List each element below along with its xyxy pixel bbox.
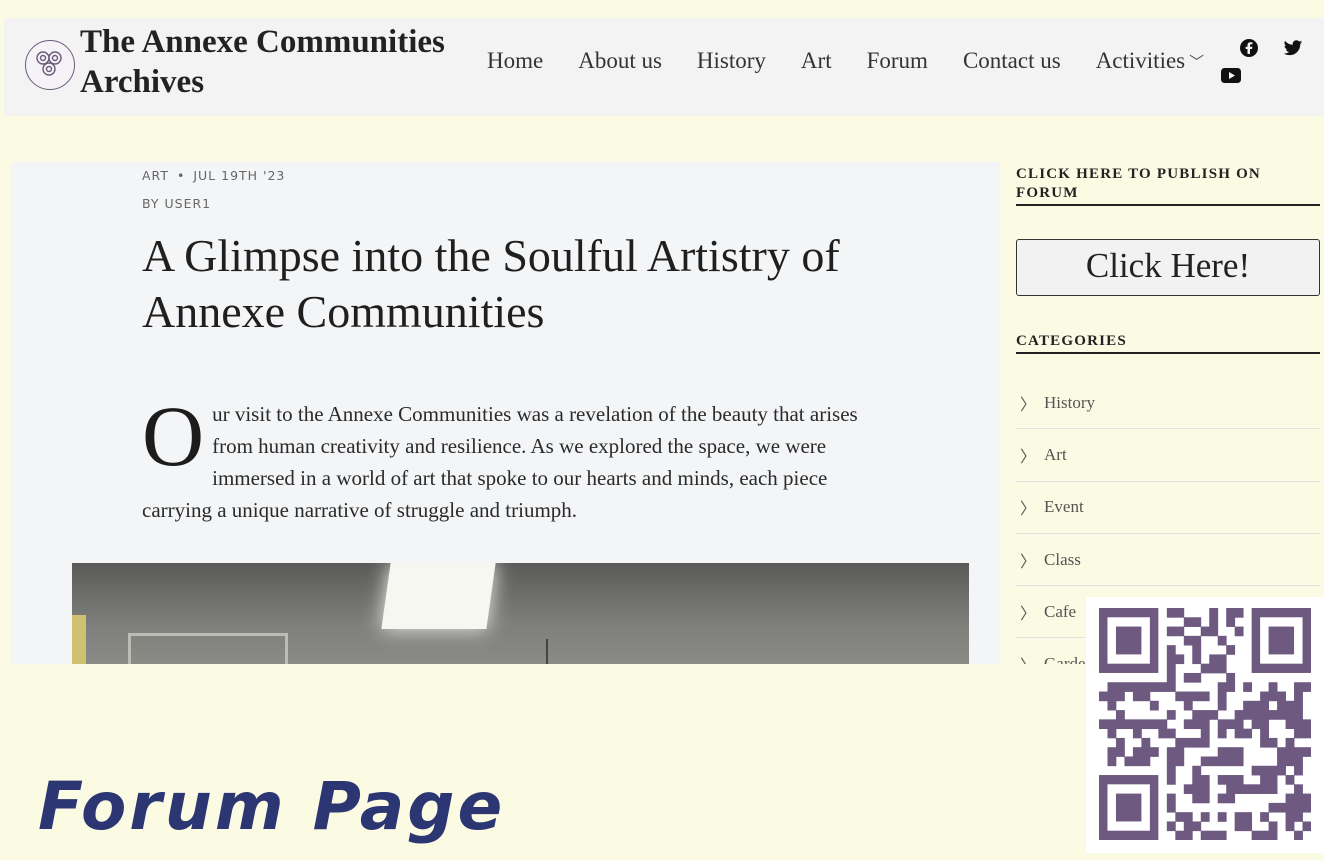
article-photo — [72, 563, 969, 664]
category-label: Event — [1044, 497, 1084, 517]
main-nav: Home About us History Art Forum Contact … — [487, 48, 1239, 74]
site-title[interactable]: The Annexe Communities Archives — [80, 22, 460, 102]
chevron-right-icon: 〉 — [1020, 396, 1037, 414]
article-meta: ART • JUL 19TH '23 — [142, 168, 285, 183]
qr-code[interactable] — [1086, 597, 1324, 853]
chevron-right-icon: 〉 — [1020, 605, 1037, 623]
category-label: Cafe — [1044, 601, 1077, 621]
publish-heading: CLICK HERE TO PUBLISH ON FORUM — [1016, 165, 1320, 206]
sidebar: CLICK HERE TO PUBLISH ON FORUM Click Her… — [1016, 162, 1320, 664]
youtube-icon[interactable] — [1221, 68, 1241, 83]
nav-activities-label: Activities — [1095, 48, 1186, 73]
chevron-right-icon: 〉 — [1020, 652, 1036, 664]
article-title: A Glimpse into the Soulful Artistry of A… — [142, 230, 840, 337]
category-item-history[interactable]: 〉 History — [1016, 377, 1320, 430]
nav-home[interactable]: Home — [487, 48, 543, 74]
nav-art[interactable]: Art — [801, 48, 832, 74]
window-frame — [128, 633, 288, 664]
article-body-text: ur visit to the Annexe Communities was a… — [142, 402, 858, 522]
categories-heading: CATEGORIES — [1016, 332, 1320, 354]
nav-contact-us[interactable]: Contact us — [963, 48, 1061, 74]
site-logo-icon[interactable] — [25, 40, 75, 90]
nav-history[interactable]: History — [697, 48, 766, 74]
twitter-icon[interactable] — [1283, 40, 1303, 57]
qr-code-icon — [1099, 608, 1311, 840]
chevron-right-icon: 〉 — [1020, 448, 1037, 466]
category-label: History — [1044, 392, 1096, 412]
article-date: JUL 19TH '23 — [193, 168, 286, 183]
ceiling-light — [381, 563, 496, 629]
article-panel: ART • JUL 19TH '23 BY USER1 A Glimpse into… — [11, 162, 1000, 664]
chevron-down-icon: ﹀ — [1189, 54, 1205, 71]
category-item-event[interactable]: 〉 Event — [1016, 482, 1320, 534]
site-header: The Annexe Communities Archives Home Abo… — [4, 18, 1324, 116]
chevron-right-icon: 〉 — [1020, 553, 1037, 571]
category-label: Art — [1044, 444, 1067, 464]
category-item-art[interactable]: 〉 Art — [1016, 429, 1320, 482]
article-category[interactable]: ART — [142, 168, 169, 183]
chevron-right-icon: 〉 — [1020, 501, 1037, 519]
category-item-class[interactable]: 〉 Class — [1016, 534, 1320, 587]
publish-button[interactable]: Click Here! — [1016, 239, 1320, 296]
drop-cap: O — [142, 388, 205, 484]
article-body: Our visit to the Annexe Communities was … — [142, 388, 872, 526]
nav-forum[interactable]: Forum — [867, 48, 928, 74]
facebook-icon[interactable] — [1239, 38, 1259, 58]
nav-activities-dropdown[interactable]: Activities ﹀ — [1096, 48, 1239, 74]
door-edge — [72, 615, 86, 664]
meta-separator: • — [176, 168, 186, 183]
curtain-rod — [546, 639, 548, 664]
category-label: Class — [1044, 549, 1081, 569]
nav-about-us[interactable]: About us — [578, 48, 662, 74]
page-caption-title: Forum Page — [38, 768, 506, 845]
article-author[interactable]: BY USER1 — [142, 196, 211, 211]
